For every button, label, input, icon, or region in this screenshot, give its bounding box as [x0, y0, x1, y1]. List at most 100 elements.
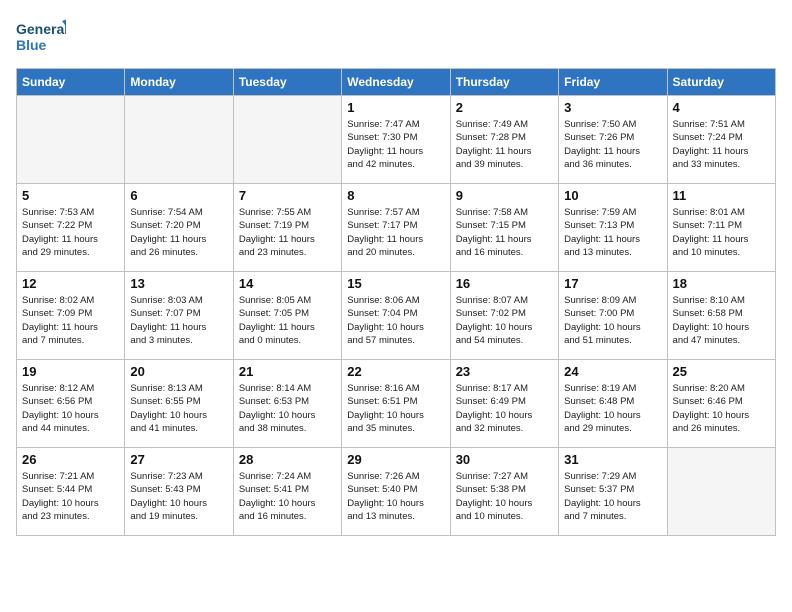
day-cell: 22 Sunrise: 8:16 AM Sunset: 6:51 PM Dayli…: [342, 360, 450, 448]
day-cell: 1Sunrise: 7:47 AM Sunset: 7:30 PM Daylig…: [342, 96, 450, 184]
day-number: 4: [673, 100, 770, 115]
day-number: 16: [456, 276, 553, 291]
day-info: Sunrise: 7:27 AM Sunset: 5:38 PM Dayligh…: [456, 470, 553, 523]
day-cell: 19Sunrise: 8:12 AM Sunset: 6:56 PM Dayli…: [17, 360, 125, 448]
day-cell: 12Sunrise: 8:02 AM Sunset: 7:09 PM Dayli…: [17, 272, 125, 360]
day-cell: 3 Sunrise: 7:50 AM Sunset: 7:26 PM Daylig…: [559, 96, 667, 184]
day-info: Sunrise: 8:16 AM Sunset: 6:51 PM Dayligh…: [347, 382, 444, 435]
day-number: 31: [564, 452, 661, 467]
day-number: 18: [673, 276, 770, 291]
day-number: 8: [347, 188, 444, 203]
calendar-table: SundayMondayTuesdayWednesdayThursdayFrid…: [16, 68, 776, 536]
day-info: Sunrise: 8:20 AM Sunset: 6:46 PM Dayligh…: [673, 382, 770, 435]
day-info: Sunrise: 7:29 AM Sunset: 5:37 PM Dayligh…: [564, 470, 661, 523]
day-info: Sunrise: 8:03 AM Sunset: 7:07 PM Dayligh…: [130, 294, 227, 347]
week-row-2: 5 Sunrise: 7:53 AM Sunset: 7:22 PM Daylig…: [17, 184, 776, 272]
page-header: General Blue: [16, 16, 776, 56]
day-number: 23: [456, 364, 553, 379]
day-number: 21: [239, 364, 336, 379]
day-info: Sunrise: 7:21 AM Sunset: 5:44 PM Dayligh…: [22, 470, 119, 523]
day-info: Sunrise: 8:06 AM Sunset: 7:04 PM Dayligh…: [347, 294, 444, 347]
week-row-4: 19Sunrise: 8:12 AM Sunset: 6:56 PM Dayli…: [17, 360, 776, 448]
day-cell: [233, 96, 341, 184]
day-number: 27: [130, 452, 227, 467]
day-info: Sunrise: 7:55 AM Sunset: 7:19 PM Dayligh…: [239, 206, 336, 259]
day-info: Sunrise: 8:02 AM Sunset: 7:09 PM Dayligh…: [22, 294, 119, 347]
day-info: Sunrise: 8:14 AM Sunset: 6:53 PM Dayligh…: [239, 382, 336, 435]
day-number: 26: [22, 452, 119, 467]
day-cell: 31 Sunrise: 7:29 AM Sunset: 5:37 PM Dayli…: [559, 448, 667, 536]
day-info: Sunrise: 7:51 AM Sunset: 7:24 PM Dayligh…: [673, 118, 770, 171]
day-info: Sunrise: 8:01 AM Sunset: 7:11 PM Dayligh…: [673, 206, 770, 259]
day-number: 28: [239, 452, 336, 467]
day-info: Sunrise: 7:49 AM Sunset: 7:28 PM Dayligh…: [456, 118, 553, 171]
day-info: Sunrise: 7:54 AM Sunset: 7:20 PM Dayligh…: [130, 206, 227, 259]
day-cell: 28Sunrise: 7:24 AM Sunset: 5:41 PM Dayli…: [233, 448, 341, 536]
day-cell: 13 Sunrise: 8:03 AM Sunset: 7:07 PM Dayli…: [125, 272, 233, 360]
day-cell: 7Sunrise: 7:55 AM Sunset: 7:19 PM Daylig…: [233, 184, 341, 272]
day-cell: 6 Sunrise: 7:54 AM Sunset: 7:20 PM Daylig…: [125, 184, 233, 272]
day-cell: 27 Sunrise: 7:23 AM Sunset: 5:43 PM Dayli…: [125, 448, 233, 536]
svg-text:Blue: Blue: [16, 37, 47, 53]
day-header-wednesday: Wednesday: [342, 69, 450, 96]
day-info: Sunrise: 7:23 AM Sunset: 5:43 PM Dayligh…: [130, 470, 227, 523]
day-cell: 29 Sunrise: 7:26 AM Sunset: 5:40 PM Dayli…: [342, 448, 450, 536]
day-number: 11: [673, 188, 770, 203]
day-number: 30: [456, 452, 553, 467]
week-row-3: 12Sunrise: 8:02 AM Sunset: 7:09 PM Dayli…: [17, 272, 776, 360]
day-info: Sunrise: 7:58 AM Sunset: 7:15 PM Dayligh…: [456, 206, 553, 259]
day-number: 5: [22, 188, 119, 203]
day-info: Sunrise: 7:53 AM Sunset: 7:22 PM Dayligh…: [22, 206, 119, 259]
logo-svg: General Blue: [16, 16, 66, 56]
week-row-1: 1Sunrise: 7:47 AM Sunset: 7:30 PM Daylig…: [17, 96, 776, 184]
svg-text:General: General: [16, 21, 66, 37]
day-info: Sunrise: 7:26 AM Sunset: 5:40 PM Dayligh…: [347, 470, 444, 523]
day-info: Sunrise: 7:59 AM Sunset: 7:13 PM Dayligh…: [564, 206, 661, 259]
day-info: Sunrise: 7:50 AM Sunset: 7:26 PM Dayligh…: [564, 118, 661, 171]
day-header-monday: Monday: [125, 69, 233, 96]
day-number: 19: [22, 364, 119, 379]
day-number: 20: [130, 364, 227, 379]
day-info: Sunrise: 8:10 AM Sunset: 6:58 PM Dayligh…: [673, 294, 770, 347]
day-info: Sunrise: 7:57 AM Sunset: 7:17 PM Dayligh…: [347, 206, 444, 259]
day-number: 17: [564, 276, 661, 291]
day-info: Sunrise: 8:07 AM Sunset: 7:02 PM Dayligh…: [456, 294, 553, 347]
day-header-friday: Friday: [559, 69, 667, 96]
day-header-thursday: Thursday: [450, 69, 558, 96]
day-cell: 5 Sunrise: 7:53 AM Sunset: 7:22 PM Daylig…: [17, 184, 125, 272]
day-cell: 24 Sunrise: 8:19 AM Sunset: 6:48 PM Dayli…: [559, 360, 667, 448]
day-number: 6: [130, 188, 227, 203]
day-number: 10: [564, 188, 661, 203]
day-header-sunday: Sunday: [17, 69, 125, 96]
day-cell: 15Sunrise: 8:06 AM Sunset: 7:04 PM Dayli…: [342, 272, 450, 360]
day-number: 3: [564, 100, 661, 115]
day-cell: 11 Sunrise: 8:01 AM Sunset: 7:11 PM Dayli…: [667, 184, 775, 272]
day-info: Sunrise: 8:19 AM Sunset: 6:48 PM Dayligh…: [564, 382, 661, 435]
day-cell: 16 Sunrise: 8:07 AM Sunset: 7:02 PM Dayli…: [450, 272, 558, 360]
day-number: 24: [564, 364, 661, 379]
day-info: Sunrise: 8:05 AM Sunset: 7:05 PM Dayligh…: [239, 294, 336, 347]
day-cell: 10 Sunrise: 7:59 AM Sunset: 7:13 PM Dayli…: [559, 184, 667, 272]
day-cell: 26 Sunrise: 7:21 AM Sunset: 5:44 PM Dayli…: [17, 448, 125, 536]
day-cell: 23 Sunrise: 8:17 AM Sunset: 6:49 PM Dayli…: [450, 360, 558, 448]
day-cell: 20 Sunrise: 8:13 AM Sunset: 6:55 PM Dayli…: [125, 360, 233, 448]
day-number: 29: [347, 452, 444, 467]
day-cell: 2 Sunrise: 7:49 AM Sunset: 7:28 PM Daylig…: [450, 96, 558, 184]
day-number: 2: [456, 100, 553, 115]
day-number: 9: [456, 188, 553, 203]
days-header-row: SundayMondayTuesdayWednesdayThursdayFrid…: [17, 69, 776, 96]
day-cell: 9 Sunrise: 7:58 AM Sunset: 7:15 PM Daylig…: [450, 184, 558, 272]
day-cell: 14Sunrise: 8:05 AM Sunset: 7:05 PM Dayli…: [233, 272, 341, 360]
day-info: Sunrise: 8:17 AM Sunset: 6:49 PM Dayligh…: [456, 382, 553, 435]
day-cell: 17 Sunrise: 8:09 AM Sunset: 7:00 PM Dayli…: [559, 272, 667, 360]
day-header-tuesday: Tuesday: [233, 69, 341, 96]
day-cell: [125, 96, 233, 184]
day-number: 13: [130, 276, 227, 291]
day-info: Sunrise: 8:13 AM Sunset: 6:55 PM Dayligh…: [130, 382, 227, 435]
day-info: Sunrise: 7:47 AM Sunset: 7:30 PM Dayligh…: [347, 118, 444, 171]
day-number: 22: [347, 364, 444, 379]
day-cell: 25Sunrise: 8:20 AM Sunset: 6:46 PM Dayli…: [667, 360, 775, 448]
day-cell: 8 Sunrise: 7:57 AM Sunset: 7:17 PM Daylig…: [342, 184, 450, 272]
day-info: Sunrise: 8:09 AM Sunset: 7:00 PM Dayligh…: [564, 294, 661, 347]
day-cell: 30 Sunrise: 7:27 AM Sunset: 5:38 PM Dayli…: [450, 448, 558, 536]
